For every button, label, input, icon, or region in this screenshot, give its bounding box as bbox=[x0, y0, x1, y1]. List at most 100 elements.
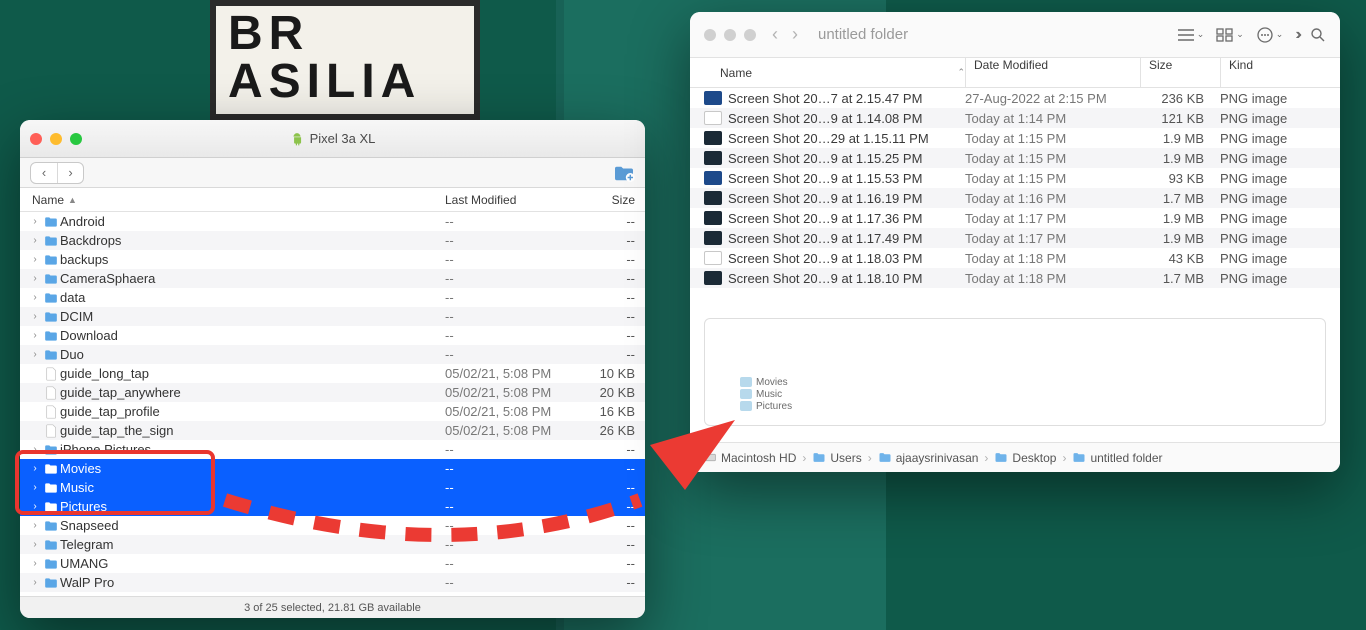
disclosure-icon[interactable]: › bbox=[28, 330, 42, 341]
path-crumb[interactable]: Users bbox=[812, 451, 861, 465]
folder-row[interactable]: ›Music---- bbox=[20, 478, 645, 497]
folder-icon bbox=[42, 349, 60, 361]
item-name: Music bbox=[60, 480, 445, 495]
titlebar[interactable]: Pixel 3a XL bbox=[20, 120, 645, 158]
finder-row[interactable]: Screen Shot 20…9 at 1.17.49 PMToday at 1… bbox=[690, 228, 1340, 248]
item-size: 1.9 MB bbox=[1140, 211, 1220, 226]
disclosure-icon[interactable]: › bbox=[28, 482, 42, 493]
finder-row[interactable]: Screen Shot 20…29 at 1.15.11 PMToday at … bbox=[690, 128, 1340, 148]
folder-row[interactable]: ›iPhone Pictures---- bbox=[20, 440, 645, 459]
item-name: Snapseed bbox=[60, 518, 445, 533]
folder-row[interactable]: ›Download---- bbox=[20, 326, 645, 345]
thumbnail-icon bbox=[704, 131, 722, 145]
item-name: Screen Shot 20…9 at 1.17.49 PM bbox=[728, 231, 965, 246]
col-size-header[interactable]: Size bbox=[1140, 58, 1220, 87]
view-list-icon[interactable]: ⌄ bbox=[1177, 28, 1205, 42]
path-crumb[interactable]: Desktop bbox=[994, 451, 1056, 465]
col-name-header[interactable]: Name ▲ bbox=[32, 193, 445, 207]
item-size: -- bbox=[590, 347, 645, 362]
folder-row[interactable]: ›Movies---- bbox=[20, 459, 645, 478]
col-kind-header[interactable]: Kind bbox=[1220, 58, 1340, 87]
folder-row[interactable]: ›WalP Pro---- bbox=[20, 573, 645, 592]
file-row[interactable]: guide_tap_the_sign05/02/21, 5:08 PM26 KB bbox=[20, 421, 645, 440]
maximize-button[interactable] bbox=[744, 29, 756, 41]
disclosure-icon[interactable]: › bbox=[28, 254, 42, 265]
item-modified: -- bbox=[445, 461, 590, 476]
item-name: CameraSphaera bbox=[60, 271, 445, 286]
ghost-folder: Pictures bbox=[740, 400, 792, 412]
close-button[interactable] bbox=[704, 29, 716, 41]
disclosure-icon[interactable]: › bbox=[28, 558, 42, 569]
col-modified-header[interactable]: Last Modified bbox=[445, 193, 590, 207]
nav-back[interactable]: ‹ bbox=[772, 24, 778, 45]
finder-row[interactable]: Screen Shot 20…9 at 1.14.08 PMToday at 1… bbox=[690, 108, 1340, 128]
disclosure-icon[interactable]: › bbox=[28, 520, 42, 531]
col-name-header[interactable]: Name ⌃ bbox=[720, 66, 965, 80]
col-size-header[interactable]: Size bbox=[590, 193, 645, 207]
drop-target-area[interactable] bbox=[704, 318, 1326, 426]
disclosure-icon[interactable]: › bbox=[28, 273, 42, 284]
folder-row[interactable]: ›Telegram---- bbox=[20, 535, 645, 554]
col-modified-header[interactable]: Date Modified bbox=[965, 58, 1140, 87]
folder-row[interactable]: ›data---- bbox=[20, 288, 645, 307]
folder-row[interactable]: ›backups---- bbox=[20, 250, 645, 269]
folder-row[interactable]: ›UMANG---- bbox=[20, 554, 645, 573]
action-menu-icon[interactable]: ⌄ bbox=[1256, 26, 1284, 44]
disclosure-icon[interactable]: › bbox=[28, 311, 42, 322]
disclosure-icon[interactable]: › bbox=[28, 216, 42, 227]
file-row[interactable]: guide_tap_anywhere05/02/21, 5:08 PM20 KB bbox=[20, 383, 645, 402]
status-bar: 3 of 25 selected, 21.81 GB available bbox=[20, 596, 645, 618]
path-crumb[interactable]: Macintosh HD bbox=[704, 451, 796, 465]
folder-row[interactable]: ›Backdrops---- bbox=[20, 231, 645, 250]
finder-row[interactable]: Screen Shot 20…9 at 1.18.03 PMToday at 1… bbox=[690, 248, 1340, 268]
folder-row[interactable]: ›Snapseed---- bbox=[20, 516, 645, 535]
maximize-button[interactable] bbox=[70, 133, 82, 145]
minimize-button[interactable] bbox=[724, 29, 736, 41]
finder-row[interactable]: Screen Shot 20…9 at 1.16.19 PMToday at 1… bbox=[690, 188, 1340, 208]
item-modified: -- bbox=[445, 309, 590, 324]
disclosure-icon[interactable]: › bbox=[28, 292, 42, 303]
item-modified: -- bbox=[445, 499, 590, 514]
disclosure-icon[interactable]: › bbox=[28, 349, 42, 360]
disclosure-icon[interactable]: › bbox=[28, 235, 42, 246]
item-size: 20 KB bbox=[590, 385, 645, 400]
thumbnail-icon bbox=[704, 251, 722, 265]
finder-row[interactable]: Screen Shot 20…9 at 1.18.10 PMToday at 1… bbox=[690, 268, 1340, 288]
disclosure-icon[interactable]: › bbox=[28, 501, 42, 512]
chevron-icon: › bbox=[984, 451, 988, 465]
nav-forward[interactable]: › bbox=[57, 163, 83, 183]
close-button[interactable] bbox=[30, 133, 42, 145]
minimize-button[interactable] bbox=[50, 133, 62, 145]
new-folder-icon[interactable] bbox=[613, 164, 635, 182]
search-icon[interactable] bbox=[1310, 27, 1326, 43]
disclosure-icon[interactable]: › bbox=[28, 539, 42, 550]
folder-row[interactable]: ›DCIM---- bbox=[20, 307, 645, 326]
finder-row[interactable]: Screen Shot 20…9 at 1.17.36 PMToday at 1… bbox=[690, 208, 1340, 228]
nav-forward[interactable]: › bbox=[792, 24, 798, 45]
file-row[interactable]: guide_long_tap05/02/21, 5:08 PM10 KB bbox=[20, 364, 645, 383]
nav-back[interactable]: ‹ bbox=[31, 163, 57, 183]
folder-row[interactable]: ›Android---- bbox=[20, 212, 645, 231]
disclosure-icon[interactable]: › bbox=[28, 463, 42, 474]
overflow-icon[interactable]: ›› bbox=[1295, 26, 1298, 44]
folder-row[interactable]: ›Duo---- bbox=[20, 345, 645, 364]
disclosure-icon[interactable]: › bbox=[28, 444, 42, 455]
disclosure-icon[interactable]: › bbox=[28, 577, 42, 588]
item-modified: -- bbox=[445, 480, 590, 495]
folder-row[interactable]: ›CameraSphaera---- bbox=[20, 269, 645, 288]
item-name: Movies bbox=[60, 461, 445, 476]
path-crumb[interactable]: ajaaysrinivasan bbox=[878, 451, 979, 465]
crumb-label: Macintosh HD bbox=[721, 451, 796, 465]
path-crumb[interactable]: untitled folder bbox=[1072, 451, 1162, 465]
window-controls bbox=[30, 133, 82, 145]
item-name: Screen Shot 20…7 at 2.15.47 PM bbox=[728, 91, 965, 106]
finder-row[interactable]: Screen Shot 20…9 at 1.15.53 PMToday at 1… bbox=[690, 168, 1340, 188]
folder-row[interactable]: ›Pictures---- bbox=[20, 497, 645, 516]
item-modified: -- bbox=[445, 347, 590, 362]
file-row[interactable]: guide_tap_profile05/02/21, 5:08 PM16 KB bbox=[20, 402, 645, 421]
view-grid-icon[interactable]: ⌄ bbox=[1216, 28, 1244, 42]
finder-row[interactable]: Screen Shot 20…9 at 1.15.25 PMToday at 1… bbox=[690, 148, 1340, 168]
ghost-label: Pictures bbox=[756, 401, 792, 412]
folder-icon bbox=[42, 577, 60, 589]
finder-row[interactable]: Screen Shot 20…7 at 2.15.47 PM27-Aug-202… bbox=[690, 88, 1340, 108]
